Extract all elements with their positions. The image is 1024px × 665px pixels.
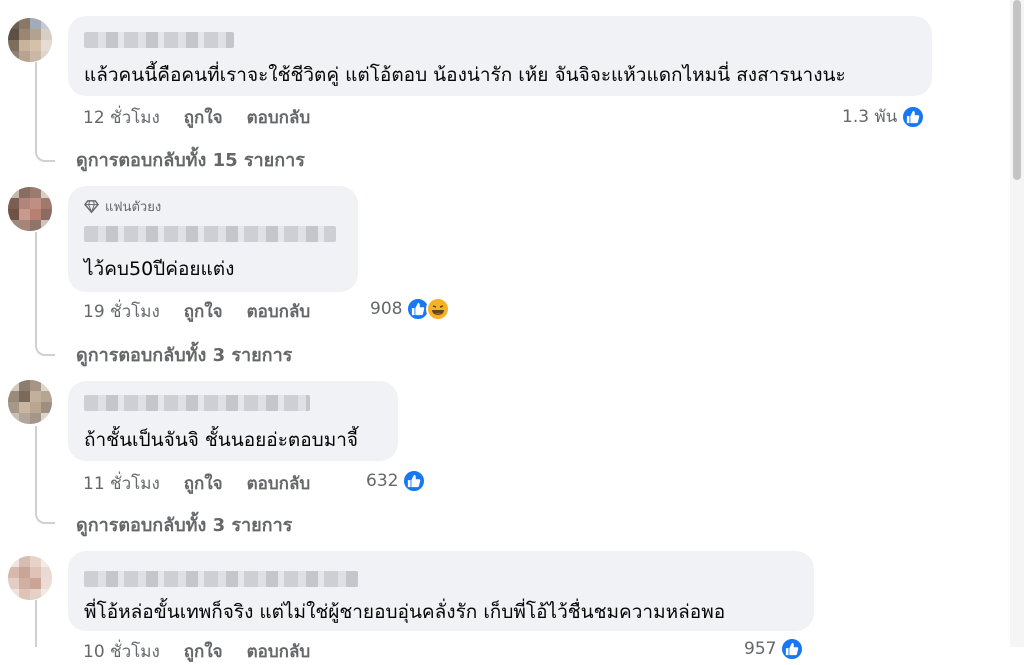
comment-bubble: พี่โอ้หล่อขั้นเทพก็จริง แต่ไม่ใช่ผู้ชายอ… [68, 551, 814, 631]
commenter-name[interactable] [84, 32, 234, 48]
reply-button[interactable]: ตอบกลับ [247, 470, 311, 497]
comment-actions: 10 ชั่วโมง ถูกใจ ตอบกลับ [83, 638, 310, 665]
like-button[interactable]: ถูกใจ [184, 638, 223, 665]
comment-text: แล้วคนนี้คือคนที่เราจะใช้ชีวิตคู่ แต่โอ้… [84, 64, 846, 86]
view-replies-link[interactable]: ดูการตอบกลับทั้ง 15 รายการ [76, 145, 305, 174]
thread-line [35, 426, 37, 512]
comment-time[interactable]: 19 ชั่วโมง [83, 298, 160, 325]
haha-icon [426, 297, 451, 321]
top-fan-badge: แฟนตัวยง [84, 196, 161, 217]
like-icon [780, 637, 805, 661]
reaction-count: 1.3 พัน [842, 107, 898, 127]
reaction-summary[interactable]: 957 [744, 637, 805, 661]
avatar[interactable] [8, 380, 52, 424]
avatar[interactable] [8, 556, 52, 600]
comment-text: พี่โอ้หล่อขั้นเทพก็จริง แต่ไม่ใช่ผู้ชายอ… [84, 601, 726, 623]
view-replies-link[interactable]: ดูการตอบกลับทั้ง 3 รายการ [76, 510, 292, 539]
reply-button[interactable]: ตอบกลับ [247, 104, 311, 131]
comment-time[interactable]: 12 ชั่วโมง [83, 104, 160, 131]
commenter-name[interactable] [84, 571, 358, 587]
diamond-icon [84, 200, 99, 214]
comment-actions: 12 ชั่วโมง ถูกใจ ตอบกลับ [83, 104, 310, 131]
comment-bubble: แล้วคนนี้คือคนที่เราจะใช้ชีวิตคู่ แต่โอ้… [68, 16, 932, 96]
reaction-summary[interactable]: 1.3 พัน [842, 103, 926, 130]
comment-actions: 19 ชั่วโมง ถูกใจ ตอบกลับ [83, 298, 310, 325]
reaction-summary[interactable]: 632 [366, 469, 427, 493]
like-button[interactable]: ถูกใจ [184, 298, 223, 325]
comment-bubble: ถ้าชั้นเป็นจันจิ ชั้นนอยอ่ะตอบมาจี้ [68, 381, 398, 461]
thread-curve [35, 146, 55, 162]
comment-text: ไว้คบ50ปีค่อยแต่ง [84, 258, 235, 280]
scrollbar-track[interactable] [1010, 0, 1024, 647]
avatar[interactable] [8, 18, 52, 62]
comment-text: ถ้าชั้นเป็นจันจิ ชั้นนอยอ่ะตอบมาจี้ [84, 429, 359, 451]
thread-line [35, 62, 37, 150]
commenter-name[interactable] [84, 226, 336, 242]
like-button[interactable]: ถูกใจ [184, 104, 223, 131]
like-button[interactable]: ถูกใจ [184, 470, 223, 497]
reply-button[interactable]: ตอบกลับ [247, 298, 311, 325]
reaction-count: 957 [744, 639, 777, 659]
commenter-name[interactable] [84, 395, 310, 411]
comment-actions: 11 ชั่วโมง ถูกใจ ตอบกลับ [83, 470, 310, 497]
view-replies-link[interactable]: ดูการตอบกลับทั้ง 3 รายการ [76, 340, 292, 369]
thread-line [35, 600, 37, 647]
badge-label: แฟนตัวยง [105, 200, 162, 215]
reaction-count: 908 [370, 299, 403, 319]
reply-button[interactable]: ตอบกลับ [247, 638, 311, 665]
like-icon [901, 104, 926, 129]
comment-time[interactable]: 10 ชั่วโมง [83, 638, 160, 665]
thread-curve [35, 340, 55, 356]
avatar[interactable] [8, 187, 52, 231]
scrollbar-thumb[interactable] [1013, 0, 1021, 180]
thread-line [35, 232, 37, 344]
reaction-count: 632 [366, 471, 399, 491]
comment-bubble: แฟนตัวยง ไว้คบ50ปีค่อยแต่ง [68, 186, 358, 292]
thread-curve [35, 508, 55, 524]
reaction-summary[interactable]: 908 [370, 297, 451, 321]
like-icon [402, 469, 427, 493]
comment-time[interactable]: 11 ชั่วโมง [83, 470, 160, 497]
